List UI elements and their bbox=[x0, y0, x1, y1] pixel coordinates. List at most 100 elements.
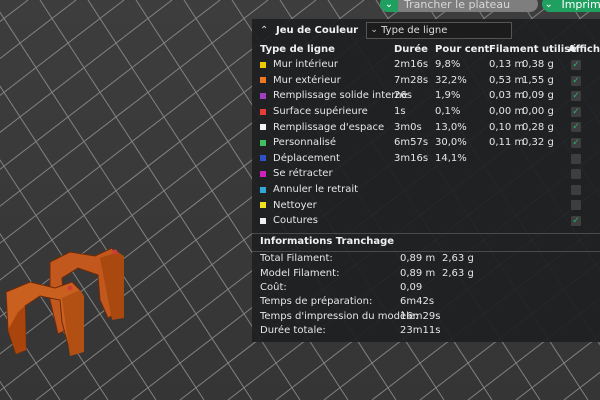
show-checkbox[interactable]: ✓ bbox=[571, 137, 581, 148]
filament-length: 0,03 m bbox=[489, 90, 525, 102]
percent-value: 0,1% bbox=[435, 106, 461, 118]
line-type-row: Surface supérieure 1s 0,1% 0,00 m 0,00 g… bbox=[252, 104, 600, 120]
filament-weight: 0,32 g bbox=[522, 137, 554, 149]
duration-value: 3m0s bbox=[394, 121, 422, 133]
percent-value: 13,0% bbox=[435, 121, 467, 133]
info-value: 16m29s bbox=[400, 310, 441, 322]
percent-value: 1,9% bbox=[435, 90, 461, 102]
duration-value: 2m16s bbox=[394, 59, 429, 71]
percent-value: 14,1% bbox=[435, 152, 467, 164]
line-type-cell: Surface supérieure bbox=[252, 106, 390, 117]
line-type-row: Remplissage solide interne 26s 1,9% 0,03… bbox=[252, 88, 600, 104]
line-type-label: Remplissage d'espace bbox=[273, 121, 385, 133]
show-checkbox[interactable]: ✓ bbox=[571, 215, 581, 226]
filament-weight: 0,38 g bbox=[522, 59, 554, 71]
info-label: Temps de préparation: bbox=[260, 296, 373, 308]
line-type-row: Mur intérieur 2m16s 9,8% 0,13 m 0,38 g ✓ bbox=[252, 57, 600, 73]
info-label: Coût: bbox=[260, 282, 287, 293]
line-type-row: Déplacement 3m16s 14,1% bbox=[252, 151, 600, 167]
chevron-down-icon[interactable]: ⌄ bbox=[380, 0, 398, 12]
info-value: 23m11s bbox=[400, 325, 441, 337]
filament-weight: 0,28 g bbox=[522, 121, 554, 133]
line-type-cell: Personnalisé bbox=[252, 137, 390, 148]
info-label: Temps d'impression du modèle: bbox=[260, 310, 419, 322]
line-type-row: Coutures ✓ bbox=[252, 213, 600, 229]
color-swatch bbox=[260, 202, 266, 209]
line-type-row: Mur extérieur 7m28s 32,2% 0,53 m 1,55 g … bbox=[252, 73, 600, 89]
show-checkbox[interactable] bbox=[571, 184, 581, 195]
info-value-secondary: 2,63 g bbox=[442, 267, 474, 279]
color-swatch bbox=[260, 217, 266, 224]
filament-weight: 1,55 g bbox=[522, 74, 554, 86]
info-value-secondary: 2,63 g bbox=[442, 253, 474, 265]
slice-info-row: Durée totale: 23m11s bbox=[252, 323, 600, 337]
duration-value: 1s bbox=[394, 106, 406, 118]
filament-length: 0,13 m bbox=[489, 59, 525, 71]
show-checkbox[interactable] bbox=[571, 169, 581, 180]
show-checkbox[interactable]: ✓ bbox=[571, 75, 581, 86]
show-checkbox[interactable]: ✓ bbox=[571, 60, 581, 70]
line-type-label: Surface supérieure bbox=[273, 106, 368, 118]
duration-value: 6m57s bbox=[394, 137, 429, 149]
duration-value: 7m28s bbox=[394, 74, 429, 86]
line-type-cell: Mur intérieur bbox=[252, 59, 390, 70]
percent-value: 32,2% bbox=[435, 74, 467, 86]
panel-title: Jeu de Couleur bbox=[276, 24, 359, 36]
line-type-label: Personnalisé bbox=[273, 137, 336, 149]
filament-length: 0,11 m bbox=[489, 137, 525, 149]
color-swatch bbox=[260, 108, 266, 115]
show-checkbox[interactable]: ✓ bbox=[571, 106, 581, 117]
percent-value: 9,8% bbox=[435, 59, 461, 71]
filament-length: 0,00 m bbox=[489, 106, 525, 118]
percent-value: 30,0% bbox=[435, 137, 467, 149]
info-value: 0,09 bbox=[400, 282, 423, 293]
slice-info-row: Coût: 0,09 bbox=[252, 280, 600, 294]
line-type-cell: Se rétracter bbox=[252, 168, 390, 179]
info-label: Model Filament: bbox=[260, 267, 340, 279]
slice-info-list: Total Filament: 0,89 m 2,63 g Model Filam… bbox=[252, 252, 600, 338]
show-checkbox[interactable]: ✓ bbox=[571, 91, 581, 102]
color-swatch bbox=[260, 170, 266, 177]
col-duration: Durée bbox=[394, 43, 428, 55]
col-type: Type de ligne bbox=[260, 43, 335, 55]
color-swatch bbox=[260, 186, 266, 193]
view-type-value: Type de ligne bbox=[381, 24, 448, 36]
legend-panel: ⌃ Jeu de Couleur ⌄ Type de ligne Type de… bbox=[252, 19, 600, 342]
line-type-label: Nettoyer bbox=[273, 199, 317, 211]
line-type-cell: Coutures bbox=[252, 215, 390, 226]
filament-weight: 0,09 g bbox=[522, 90, 554, 102]
slice-plate-button[interactable]: ⌄ Trancher le plateau bbox=[380, 0, 538, 12]
color-swatch bbox=[260, 61, 266, 68]
table-header: Type de ligne Durée Pour cent Filament u… bbox=[252, 41, 600, 57]
info-value: 6m42s bbox=[400, 296, 435, 308]
line-type-label: Se rétracter bbox=[273, 168, 333, 180]
print-plate-button[interactable]: ⌄ Imprimer bbox=[542, 0, 600, 12]
panel-header: ⌃ Jeu de Couleur ⌄ Type de ligne bbox=[252, 19, 600, 41]
line-type-cell: Mur extérieur bbox=[252, 75, 390, 86]
info-value: 0,89 m bbox=[400, 253, 436, 265]
slice-plate-label: Trancher le plateau bbox=[404, 0, 511, 11]
filament-length: 0,53 m bbox=[489, 74, 525, 86]
color-swatch bbox=[260, 77, 266, 84]
duration-value: 3m16s bbox=[394, 152, 429, 164]
show-checkbox[interactable] bbox=[571, 200, 581, 211]
line-type-label: Remplissage solide interne bbox=[273, 90, 408, 102]
color-swatch bbox=[260, 92, 266, 99]
line-type-row: Annuler le retrait bbox=[252, 182, 600, 198]
line-type-label: Annuler le retrait bbox=[273, 184, 359, 196]
show-checkbox[interactable]: ✓ bbox=[571, 122, 581, 133]
collapse-icon[interactable]: ⌃ bbox=[260, 25, 274, 36]
slice-info-row: Model Filament: 0,89 m 2,63 g bbox=[252, 266, 600, 280]
line-type-row: Personnalisé 6m57s 30,0% 0,11 m 0,32 g ✓ bbox=[252, 135, 600, 151]
duration-value: 26s bbox=[394, 90, 412, 102]
slice-info-row: Total Filament: 0,89 m 2,63 g bbox=[252, 252, 600, 266]
color-swatch bbox=[260, 124, 266, 131]
line-type-label: Mur extérieur bbox=[273, 74, 341, 86]
show-checkbox[interactable] bbox=[571, 153, 581, 164]
line-type-cell: Remplissage d'espace bbox=[252, 122, 390, 133]
chevron-down-icon[interactable]: ⌄ bbox=[542, 0, 556, 12]
slice-info-title: Informations Tranchage bbox=[252, 232, 600, 250]
view-type-select[interactable]: ⌄ Type de ligne bbox=[366, 21, 513, 39]
filament-length: 0,10 m bbox=[489, 121, 525, 133]
col-percent: Pour cent bbox=[435, 43, 490, 55]
